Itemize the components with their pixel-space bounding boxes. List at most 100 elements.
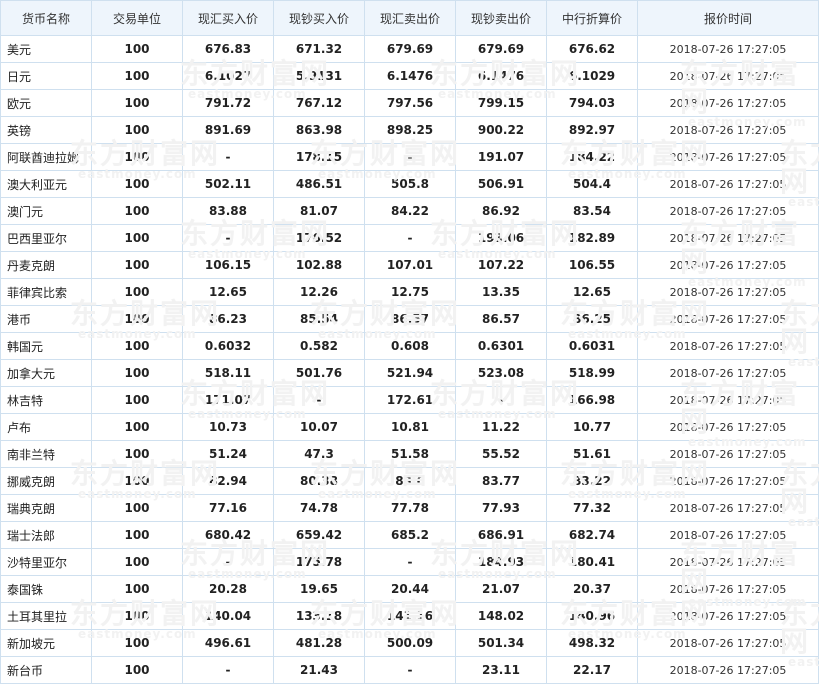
cash-sell-price: 184.93	[455, 548, 547, 576]
currency-name: 日元	[0, 62, 92, 90]
fx-buy-price: -	[182, 143, 274, 171]
currency-name: 英镑	[0, 116, 92, 144]
header-fx-sell: 现汇卖出价	[364, 0, 456, 36]
cash-buy-price: 176.52	[273, 224, 365, 252]
quote-time: 2018-07-26 17:27:05	[637, 305, 819, 333]
boc-mid-price: 676.62	[546, 35, 638, 63]
boc-mid-price: 166.98	[546, 386, 638, 414]
currency-name: 新加坡元	[0, 629, 92, 657]
quote-time: 2018-07-26 17:27:05	[637, 413, 819, 441]
fx-sell-price: -	[364, 548, 456, 576]
quote-time: 2018-07-26 17:27:05	[637, 521, 819, 549]
fx-sell-price: 86.57	[364, 305, 456, 333]
cash-sell-price: 55.52	[455, 440, 547, 468]
cash-sell-price: 799.15	[455, 89, 547, 117]
trade-unit: 100	[91, 575, 183, 603]
quote-time: 2018-07-26 17:27:05	[637, 332, 819, 360]
trade-unit: 100	[91, 116, 183, 144]
quote-time: 2018-07-26 17:27:05	[637, 656, 819, 684]
cash-buy-price: 486.51	[273, 170, 365, 198]
quote-time: 2018-07-26 17:27:05	[637, 143, 819, 171]
trade-unit: 100	[91, 467, 183, 495]
cash-sell-price: 0.6301	[455, 332, 547, 360]
cash-sell-price: 193.06	[455, 224, 547, 252]
trade-unit: 100	[91, 386, 183, 414]
quote-time: 2018-07-26 17:27:05	[637, 35, 819, 63]
fx-sell-price: 6.1476	[364, 62, 456, 90]
currency-name: 卢布	[0, 413, 92, 441]
table-row: 新加坡元 100 496.61 481.28 500.09 501.34 498.32 201…	[0, 629, 819, 657]
fx-sell-price: 679.69	[364, 35, 456, 63]
fx-buy-price: 10.73	[182, 413, 274, 441]
header-currency-name: 货币名称	[0, 0, 92, 36]
fx-buy-price: 83.88	[182, 197, 274, 225]
trade-unit: 100	[91, 494, 183, 522]
fx-sell-price: 51.58	[364, 440, 456, 468]
table-row: 丹麦克朗 100 106.15 102.88 107.01 107.22 106.55 201…	[0, 251, 819, 279]
quote-time: 2018-07-26 17:27:05	[637, 116, 819, 144]
currency-name: 挪威克朗	[0, 467, 92, 495]
quote-time: 2018-07-26 17:27:05	[637, 602, 819, 630]
cash-buy-price: 74.78	[273, 494, 365, 522]
table-row: 英镑 100 891.69 863.98 898.25 900.22 892.97 2018-…	[0, 116, 819, 144]
trade-unit: 100	[91, 656, 183, 684]
fx-buy-price: 891.69	[182, 116, 274, 144]
header-fx-buy: 现汇买入价	[182, 0, 274, 36]
table-row: 加拿大元 100 518.11 501.76 521.94 523.08 518.99 201…	[0, 359, 819, 387]
fx-sell-price: 500.09	[364, 629, 456, 657]
fx-buy-price: 6.1027	[182, 62, 274, 90]
fx-sell-price: 84.22	[364, 197, 456, 225]
currency-name: 澳大利亚元	[0, 170, 92, 198]
cash-buy-price: 21.43	[273, 656, 365, 684]
boc-mid-price: 682.74	[546, 521, 638, 549]
cash-sell-price: 86.57	[455, 305, 547, 333]
currency-name: 加拿大元	[0, 359, 92, 387]
fx-buy-price: -	[182, 548, 274, 576]
table-row: 林吉特 100 171.07-172.61-166.98 2018-07-26 17:…	[0, 386, 819, 414]
fx-buy-price: 20.28	[182, 575, 274, 603]
fx-sell-price: -	[364, 224, 456, 252]
fx-buy-price: 518.11	[182, 359, 274, 387]
quote-time: 2018-07-26 17:27:05	[637, 224, 819, 252]
fx-sell-price: 521.94	[364, 359, 456, 387]
cash-buy-price: 81.07	[273, 197, 365, 225]
trade-unit: 100	[91, 89, 183, 117]
cash-buy-price: 481.28	[273, 629, 365, 657]
boc-mid-price: 6.1029	[546, 62, 638, 90]
cash-buy-price: -	[273, 386, 365, 414]
boc-mid-price: 83.22	[546, 467, 638, 495]
cash-sell-price: 86.92	[455, 197, 547, 225]
quote-time: 2018-07-26 17:27:05	[637, 251, 819, 279]
fx-buy-price: 496.61	[182, 629, 274, 657]
fx-sell-price: 505.8	[364, 170, 456, 198]
boc-mid-price: 86.25	[546, 305, 638, 333]
fx-buy-price: 86.23	[182, 305, 274, 333]
trade-unit: 100	[91, 305, 183, 333]
currency-name: 林吉特	[0, 386, 92, 414]
trade-unit: 100	[91, 170, 183, 198]
boc-mid-price: 518.99	[546, 359, 638, 387]
currency-name: 丹麦克朗	[0, 251, 92, 279]
table-row: 瑞士法郎 100 680.42 659.42 685.2 686.91 682.74 2018…	[0, 521, 819, 549]
header-quote-time: 报价时间	[637, 0, 819, 36]
boc-mid-price: 106.55	[546, 251, 638, 279]
table-row: 泰国铢 100 20.28 19.65 20.44 21.07 20.37 2018-07-2…	[0, 575, 819, 603]
currency-name: 泰国铢	[0, 575, 92, 603]
trade-unit: 100	[91, 359, 183, 387]
table-row: 卢布 100 10.73 10.07 10.81 11.22 10.77 2018-07-26…	[0, 413, 819, 441]
cash-sell-price: 523.08	[455, 359, 547, 387]
fx-buy-price: 77.16	[182, 494, 274, 522]
quote-time: 2018-07-26 17:27:05	[637, 440, 819, 468]
trade-unit: 100	[91, 602, 183, 630]
fx-buy-price: -	[182, 656, 274, 684]
cash-buy-price: 10.07	[273, 413, 365, 441]
cash-buy-price: 863.98	[273, 116, 365, 144]
boc-mid-price: 20.37	[546, 575, 638, 603]
currency-name: 南非兰特	[0, 440, 92, 468]
currency-name: 新台币	[0, 656, 92, 684]
cash-buy-price: 80.38	[273, 467, 365, 495]
trade-unit: 100	[91, 440, 183, 468]
cash-sell-price: 686.91	[455, 521, 547, 549]
fx-buy-price: 0.6032	[182, 332, 274, 360]
fx-buy-price: 171.07	[182, 386, 274, 414]
